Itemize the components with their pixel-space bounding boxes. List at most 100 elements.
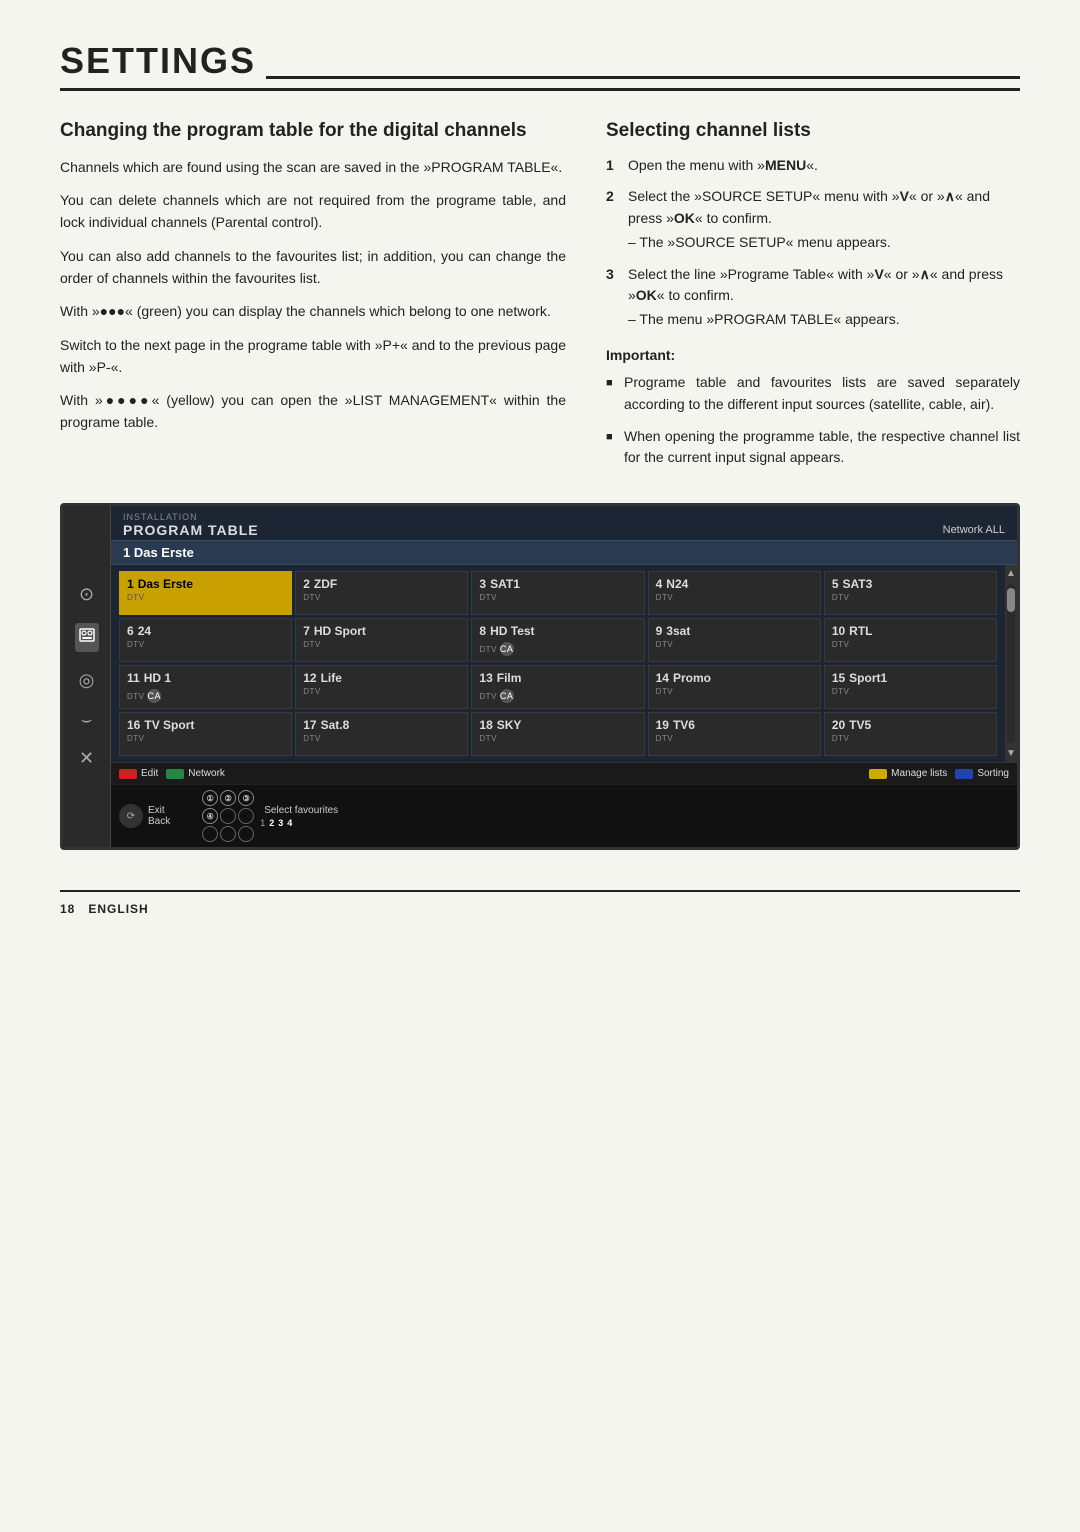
bullet-icon: ■ [606, 429, 616, 469]
fav-circle-9[interactable] [238, 826, 254, 842]
tv-grid-area: 1Das Erste DTV 2ZDF DTV 3SAT1 DTV [111, 565, 1005, 762]
right-column: Selecting channel lists 1 Open the menu … [606, 119, 1020, 479]
channel-cell-3[interactable]: 3SAT1 DTV [471, 571, 644, 615]
recording-icon [75, 623, 99, 652]
ca-icon: CA [500, 642, 514, 656]
channel-cell-7[interactable]: 7HD Sport DTV [295, 618, 468, 662]
settings-icon: ◎ [79, 670, 95, 691]
blue-dot-icon [955, 769, 973, 779]
channel-cell-11[interactable]: 11HD 1 DTV CA [119, 665, 292, 709]
satellite-icon: ⊙ [79, 584, 94, 605]
scrollbar: ▲ ▼ [1005, 565, 1017, 762]
fav-num-3: 3 [278, 818, 283, 828]
fav-num-4: 4 [287, 818, 292, 828]
steps-list: 1 Open the menu with »MENU«. 2 Select th… [606, 155, 1020, 469]
channel-cell-6[interactable]: 624 DTV [119, 618, 292, 662]
tv-sidebar: ⊙ ◎ ⌣ ✕ [63, 506, 111, 847]
fav-circle-6[interactable] [238, 808, 254, 824]
fav-circle-5[interactable] [220, 808, 236, 824]
page-container: SETTINGS Changing the program table for … [60, 40, 1020, 916]
important-label: Important: [606, 345, 1020, 367]
step-2: 2 Select the »SOURCE SETUP« menu with »V… [606, 186, 1020, 253]
bullet-icon: ■ [606, 375, 616, 415]
edit-button[interactable]: Edit [119, 768, 158, 779]
channel-cell-16[interactable]: 16TV Sport DTV [119, 712, 292, 756]
channel-cell-15[interactable]: 15Sport1 DTV [824, 665, 997, 709]
step-3: 3 Select the line »Programe Table« with … [606, 264, 1020, 331]
tv-header-title: PROGRAM TABLE [123, 522, 259, 538]
step-1: 1 Open the menu with »MENU«. [606, 155, 1020, 177]
channel-cell-12[interactable]: 12Life DTV [295, 665, 468, 709]
channel-cell-8[interactable]: 8HD Test DTV CA [471, 618, 644, 662]
tv-selected-channel: 1 Das Erste [111, 541, 1017, 565]
tv-bottom-bar: ⟳ Exit Back ① ② ③ ④ [111, 784, 1017, 847]
fav-circles-grid: ① ② ③ ④ [202, 790, 254, 842]
tv-header-installation: INSTALLATION [123, 512, 259, 522]
select-favourites-label: Select favourites [264, 805, 338, 816]
tv-header-network: Network ALL [943, 524, 1005, 538]
favourites-section: ① ② ③ ④ Select favourites 1 [202, 790, 338, 842]
scroll-down-arrow[interactable]: ▼ [1006, 745, 1016, 762]
fav-num-1: 1 [260, 818, 265, 828]
para-3: You can also add channels to the favouri… [60, 246, 566, 289]
scroll-track [1007, 584, 1015, 743]
tv-grid-row-1: 1Das Erste DTV 2ZDF DTV 3SAT1 DTV [119, 571, 997, 615]
green-dot-icon [166, 769, 184, 779]
tv-grid-row-3: 11HD 1 DTV CA 12Life DTV 13Film DTV CA [119, 665, 997, 709]
page-title: SETTINGS [60, 40, 1020, 91]
fav-circle-8[interactable] [220, 826, 236, 842]
manage-lists-button[interactable]: Manage lists [869, 768, 947, 779]
tv-channel-grid: 1Das Erste DTV 2ZDF DTV 3SAT1 DTV [111, 565, 1005, 762]
fav-row-numbers: 1 2 3 4 [260, 818, 338, 828]
page-footer: 18 ENGLISH [60, 890, 1020, 916]
headphone-icon: ⌣ [81, 709, 93, 730]
important-list: ■ Programe table and favourites lists ar… [606, 372, 1020, 469]
red-dot-icon [119, 769, 137, 779]
para-5: Switch to the next page in the programe … [60, 335, 566, 378]
channel-cell-2[interactable]: 2ZDF DTV [295, 571, 468, 615]
important-item-1: ■ Programe table and favourites lists ar… [606, 372, 1020, 415]
channel-cell-1[interactable]: 1Das Erste DTV [119, 571, 292, 615]
fav-circle-4[interactable]: ④ [202, 808, 218, 824]
channel-cell-17[interactable]: 17Sat.8 DTV [295, 712, 468, 756]
exit-icon: ⟳ [119, 804, 143, 828]
para-6: With »●●●●« (yellow) you can open the »L… [60, 390, 566, 433]
channel-cell-9[interactable]: 93sat DTV [648, 618, 821, 662]
channel-cell-14[interactable]: 14Promo DTV [648, 665, 821, 709]
tv-screen: ⊙ ◎ ⌣ ✕ INSTALLATION PROGRAM TABLE [60, 503, 1020, 850]
scroll-up-arrow[interactable]: ▲ [1006, 565, 1016, 582]
ca-icon-3: CA [500, 689, 514, 703]
fav-circle-7[interactable] [202, 826, 218, 842]
fav-num-2: 2 [269, 818, 274, 828]
tv-content-area: 1Das Erste DTV 2ZDF DTV 3SAT1 DTV [111, 565, 1017, 762]
right-heading: Selecting channel lists [606, 119, 1020, 143]
sorting-button[interactable]: Sorting [955, 768, 1009, 779]
ca-icon-2: CA [147, 689, 161, 703]
channel-cell-18[interactable]: 18SKY DTV [471, 712, 644, 756]
left-column: Changing the program table for the digit… [60, 119, 566, 479]
important-item-2: ■ When opening the programme table, the … [606, 426, 1020, 469]
fav-circle-1[interactable]: ① [202, 790, 218, 806]
left-heading: Changing the program table for the digit… [60, 119, 566, 143]
tv-footer-buttons: Edit Network Manage lists Sorting [111, 762, 1017, 784]
exit-button[interactable]: ⟳ Exit Back [119, 804, 170, 828]
para-1: Channels which are found using the scan … [60, 157, 566, 179]
fav-circle-3[interactable]: ③ [238, 790, 254, 806]
main-content: Changing the program table for the digit… [60, 119, 1020, 479]
channel-cell-4[interactable]: 4N24 DTV [648, 571, 821, 615]
tv-screen-header: INSTALLATION PROGRAM TABLE Network ALL [111, 506, 1017, 541]
channel-cell-19[interactable]: 19TV6 DTV [648, 712, 821, 756]
channel-cell-5[interactable]: 5SAT3 DTV [824, 571, 997, 615]
fav-circle-2[interactable]: ② [220, 790, 236, 806]
scroll-thumb[interactable] [1007, 588, 1015, 612]
channel-cell-10[interactable]: 10RTL DTV [824, 618, 997, 662]
channel-cell-20[interactable]: 20TV5 DTV [824, 712, 997, 756]
para-4: With »●●●« (green) you can display the c… [60, 301, 566, 323]
network-button[interactable]: Network [166, 768, 225, 779]
tv-grid-row-4: 16TV Sport DTV 17Sat.8 DTV 18SKY DTV [119, 712, 997, 756]
channel-cell-13[interactable]: 13Film DTV CA [471, 665, 644, 709]
para-2: You can delete channels which are not re… [60, 190, 566, 233]
tv-grid-row-2: 624 DTV 7HD Sport DTV 8HD Test DTV CA [119, 618, 997, 662]
yellow-dot-icon [869, 769, 887, 779]
tools-icon: ✕ [79, 748, 94, 769]
